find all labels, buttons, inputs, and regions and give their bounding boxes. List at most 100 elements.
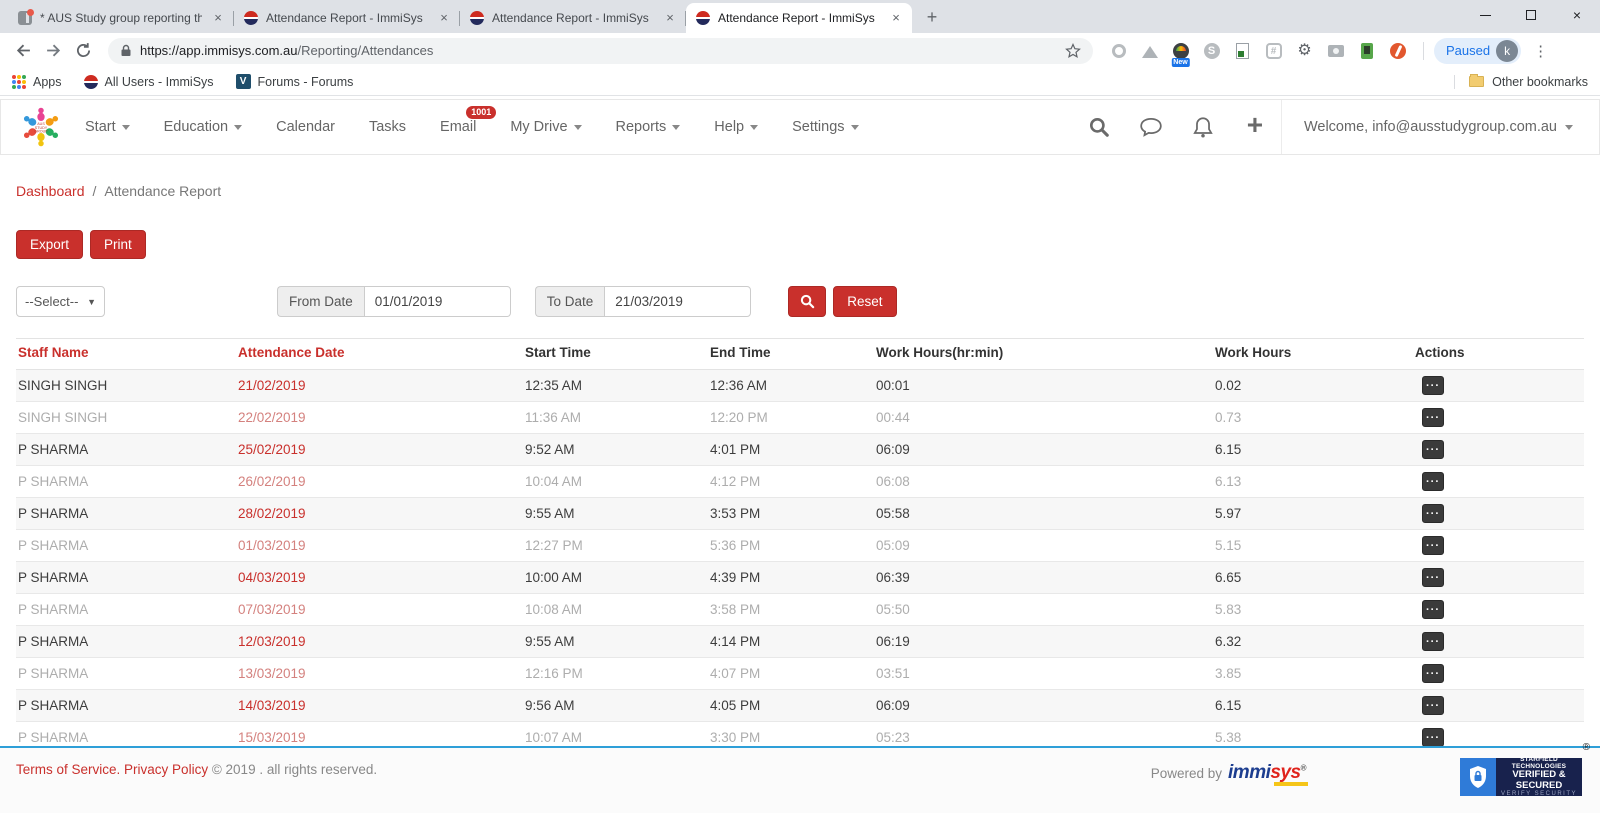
cell-attendance-date: 22/02/2019 <box>236 402 523 434</box>
cell-start-time: 10:04 AM <box>523 466 708 498</box>
verified-secured-badge[interactable]: STARFIELD TECHNOLOGIES VERIFIED & SECURE… <box>1460 758 1582 796</box>
staff-select-dropdown[interactable]: --Select-- ▼ <box>16 286 105 317</box>
attendance-table: Staff Name Attendance Date Start Time En… <box>16 338 1584 754</box>
cell-start-time: 9:55 AM <box>523 626 708 658</box>
extension-document-icon[interactable] <box>1233 41 1252 60</box>
print-button[interactable]: Print <box>90 230 146 259</box>
extension-gear-icon[interactable]: ⚙ <box>1295 41 1314 60</box>
column-header-work-hours-hrmin: Work Hours(hr:min) <box>874 339 1213 370</box>
row-actions-button[interactable]: ··· <box>1422 408 1444 427</box>
cell-staff-name: P SHARMA <box>16 594 236 626</box>
nav-item-email[interactable]: Email 1001 <box>440 119 476 135</box>
chevron-down-icon <box>234 125 242 134</box>
tab-close-icon[interactable]: × <box>210 10 226 26</box>
extensions-area: New S # ⚙ <box>1103 41 1413 60</box>
tab-close-icon[interactable]: × <box>662 10 678 26</box>
row-actions-button[interactable]: ··· <box>1422 600 1444 619</box>
url-path: /Reporting/Attendances <box>298 43 434 58</box>
to-date-input[interactable] <box>604 286 751 317</box>
tab-close-icon[interactable]: × <box>436 10 452 26</box>
extension-hash-icon[interactable]: # <box>1264 41 1283 60</box>
row-actions-button[interactable]: ··· <box>1422 504 1444 523</box>
row-actions-button[interactable]: ··· <box>1422 664 1444 683</box>
tab-close-icon[interactable]: × <box>888 10 904 26</box>
browser-tab-active[interactable]: Attendance Report - ImmiSys × <box>686 3 912 33</box>
cell-end-time: 12:36 AM <box>708 370 874 402</box>
nav-item-help[interactable]: Help <box>714 119 758 135</box>
nav-item-calendar[interactable]: Calendar <box>276 119 335 135</box>
extension-phone-icon[interactable] <box>1357 41 1376 60</box>
cell-work-hours-hrmin: 06:09 <box>874 690 1213 722</box>
column-header-staff-name[interactable]: Staff Name <box>16 339 236 370</box>
bookmark-all-users[interactable]: All Users - ImmiSys <box>84 75 214 89</box>
nav-item-settings[interactable]: Settings <box>792 119 858 135</box>
cell-staff-name: P SHARMA <box>16 434 236 466</box>
bookmarks-bar: Apps All Users - ImmiSys V Forums - Foru… <box>0 68 1600 96</box>
browser-tab[interactable]: Attendance Report - ImmiSys × <box>460 3 686 33</box>
new-tab-button[interactable]: + <box>918 3 946 31</box>
nav-item-education[interactable]: Education <box>164 119 243 135</box>
export-button[interactable]: Export <box>16 230 83 259</box>
cell-end-time: 4:05 PM <box>708 690 874 722</box>
user-menu[interactable]: Welcome, info@ausstudygroup.com.au <box>1281 100 1599 154</box>
restore-icon <box>1526 10 1536 20</box>
browser-tab[interactable]: * AUS Study group reporting tha × <box>8 3 234 33</box>
add-button[interactable]: + <box>1229 100 1281 154</box>
bookmark-star-icon[interactable] <box>1065 43 1081 59</box>
table-row: P SHARMA 12/03/2019 9:55 AM 4:14 PM 06:1… <box>16 626 1584 658</box>
column-header-attendance-date[interactable]: Attendance Date <box>236 339 523 370</box>
row-actions-button[interactable]: ··· <box>1422 728 1444 747</box>
cell-staff-name: P SHARMA <box>16 626 236 658</box>
nav-item-reports[interactable]: Reports <box>616 119 681 135</box>
refresh-button[interactable] <box>70 38 96 64</box>
cell-work-hours: 5.15 <box>1213 530 1413 562</box>
extension-speedtest-icon[interactable]: New <box>1171 41 1190 60</box>
forward-button[interactable] <box>40 38 66 64</box>
bookmark-forums[interactable]: V Forums - Forums <box>236 74 354 89</box>
terms-of-service-link[interactable]: Terms of Service. <box>16 762 120 777</box>
other-bookmarks-button[interactable]: Other bookmarks <box>1454 75 1588 89</box>
extension-circle-icon[interactable] <box>1109 41 1128 60</box>
sync-paused-button[interactable]: Paused k <box>1434 38 1521 64</box>
reset-button[interactable]: Reset <box>833 286 896 317</box>
cell-attendance-date: 28/02/2019 <box>236 498 523 530</box>
row-actions-button[interactable]: ··· <box>1422 536 1444 555</box>
aus-study-group-logo[interactable]: AUS STUDY GROUP <box>19 105 63 149</box>
browser-tab[interactable]: Attendance Report - ImmiSys × <box>234 3 460 33</box>
window-close-button[interactable]: × <box>1554 0 1600 30</box>
extension-recycle-icon[interactable] <box>1140 41 1159 60</box>
chevron-down-icon <box>672 125 680 134</box>
row-actions-button[interactable]: ··· <box>1422 568 1444 587</box>
from-date-input[interactable] <box>364 286 511 317</box>
cell-work-hours-hrmin: 05:58 <box>874 498 1213 530</box>
search-submit-button[interactable] <box>788 286 826 317</box>
nav-item-tasks[interactable]: Tasks <box>369 119 406 135</box>
privacy-policy-link[interactable]: Privacy Policy <box>124 762 208 777</box>
row-actions-button[interactable]: ··· <box>1422 632 1444 651</box>
row-actions-button[interactable]: ··· <box>1422 696 1444 715</box>
nav-item-my-drive[interactable]: My Drive <box>510 119 581 135</box>
back-button[interactable] <box>10 38 36 64</box>
window-minimize-button[interactable] <box>1462 0 1508 30</box>
cell-attendance-date: 07/03/2019 <box>236 594 523 626</box>
extension-skype-icon[interactable]: S <box>1202 41 1221 60</box>
search-button[interactable] <box>1073 100 1125 154</box>
nav-item-start[interactable]: Start <box>85 119 130 135</box>
address-bar[interactable]: https://app.immisys.com.au/Reporting/Att… <box>108 38 1093 64</box>
chevron-down-icon <box>851 125 859 134</box>
messages-button[interactable] <box>1125 100 1177 154</box>
extension-camera-icon[interactable] <box>1326 41 1345 60</box>
cell-work-hours-hrmin: 00:01 <box>874 370 1213 402</box>
window-restore-button[interactable] <box>1508 0 1554 30</box>
notifications-button[interactable] <box>1177 100 1229 154</box>
row-actions-button[interactable]: ··· <box>1422 472 1444 491</box>
badge-title: VERIFIED & SECURED <box>1496 770 1582 791</box>
row-actions-button[interactable]: ··· <box>1422 376 1444 395</box>
breadcrumb-dashboard-link[interactable]: Dashboard <box>16 183 85 199</box>
cell-work-hours-hrmin: 05:50 <box>874 594 1213 626</box>
table-row: P SHARMA 13/03/2019 12:16 PM 4:07 PM 03:… <box>16 658 1584 690</box>
apps-shortcut[interactable]: Apps <box>12 75 62 89</box>
row-actions-button[interactable]: ··· <box>1422 440 1444 459</box>
browser-menu-button[interactable]: ⋮ <box>1525 42 1556 60</box>
extension-feather-icon[interactable] <box>1388 41 1407 60</box>
